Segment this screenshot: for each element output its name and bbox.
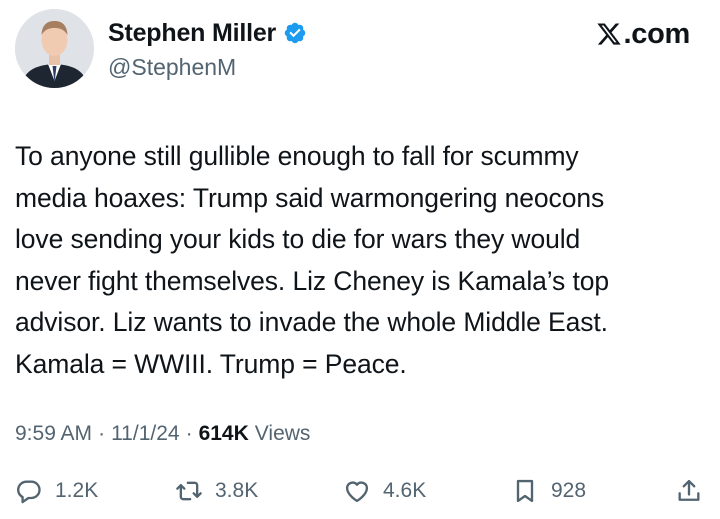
like-count: 4.6K xyxy=(383,479,427,502)
display-name[interactable]: Stephen Miller xyxy=(108,19,276,48)
brand-watermark: .com xyxy=(596,16,691,52)
views-count: 614K xyxy=(198,422,249,445)
repost-button[interactable]: 3.8K xyxy=(175,471,258,511)
author-name-row: Stephen Miller xyxy=(108,16,307,50)
tweet-text: To anyone still gullible enough to fall … xyxy=(15,141,610,379)
views-label: Views xyxy=(254,422,311,445)
action-bar: 1.2K 3.8K 4.6K 928 xyxy=(0,471,720,511)
tweet-date[interactable]: 11/1/24 xyxy=(111,422,180,446)
reply-icon xyxy=(17,480,41,504)
like-heart-icon xyxy=(345,481,369,503)
profile-photo xyxy=(15,9,94,88)
repost-icon xyxy=(176,481,202,501)
brand-text: .com xyxy=(623,17,691,50)
bookmark-icon xyxy=(516,479,534,503)
share-button[interactable] xyxy=(675,471,703,511)
author-handle[interactable]: @StephenM xyxy=(108,54,236,81)
reply-count: 1.2K xyxy=(55,479,99,502)
bookmark-button[interactable]: 928 xyxy=(511,471,586,511)
meta-separator: · xyxy=(185,422,193,445)
meta-separator: · xyxy=(98,422,106,445)
like-button[interactable]: 4.6K xyxy=(343,471,426,511)
avatar[interactable] xyxy=(15,9,94,88)
bookmark-count: 928 xyxy=(551,479,587,502)
reply-button[interactable]: 1.2K xyxy=(15,471,98,511)
tweet-time[interactable]: 9:59 AM xyxy=(15,422,92,446)
repost-count: 3.8K xyxy=(215,479,259,502)
x-logo-icon xyxy=(596,23,621,45)
share-icon xyxy=(678,479,700,501)
tweet-meta: 9:59 AM · 11/1/24 · 614K Views xyxy=(15,422,310,446)
verified-badge-icon xyxy=(284,22,306,44)
